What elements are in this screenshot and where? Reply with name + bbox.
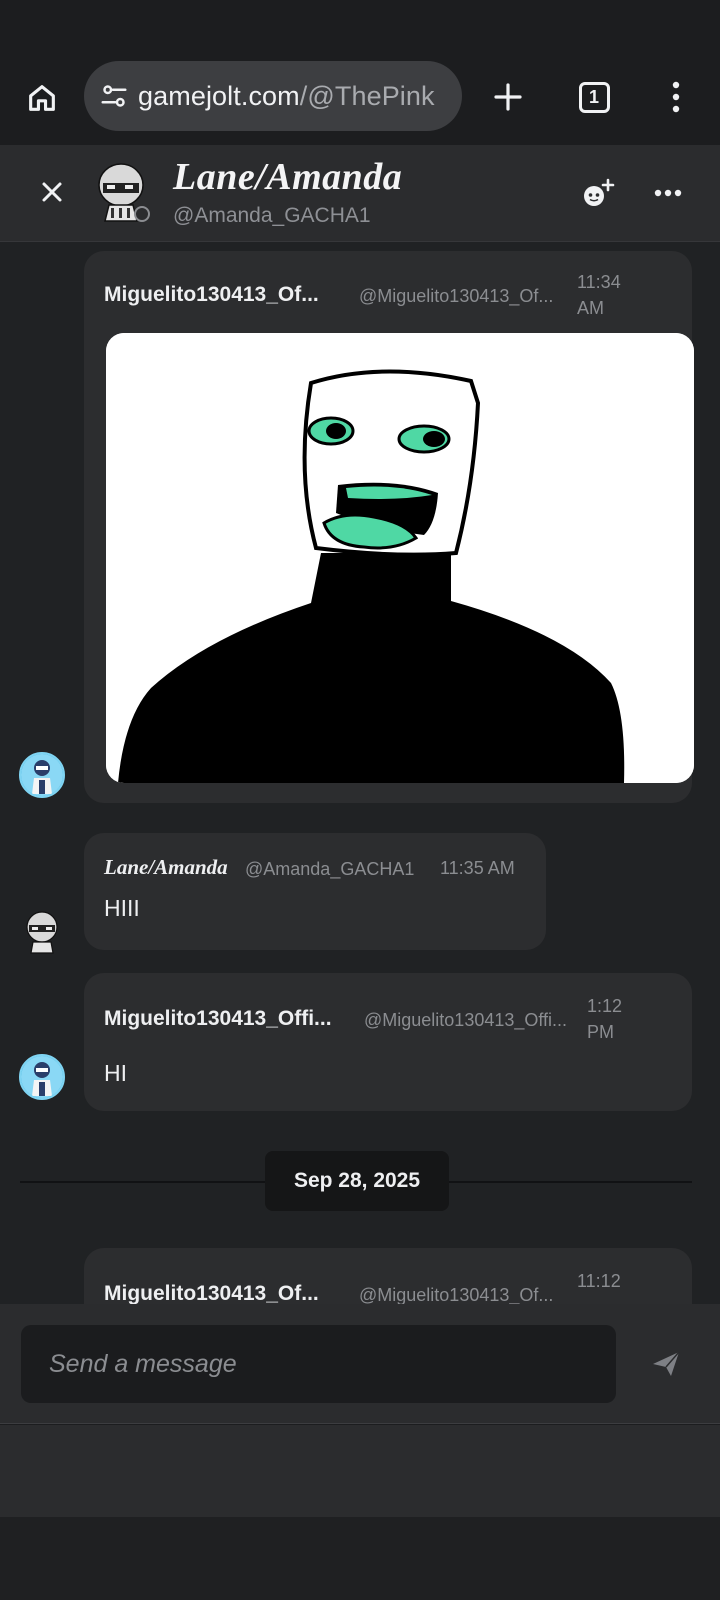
message-text: HI bbox=[104, 1060, 127, 1086]
avatar-image bbox=[21, 754, 63, 796]
message-card[interactable]: Miguelito130413_Of... @Miguelito130413_O… bbox=[84, 1248, 692, 1304]
message-composer bbox=[0, 1304, 720, 1424]
message-handle: @Amanda_GACHA1 bbox=[245, 859, 415, 879]
message-card[interactable]: Lane/Amanda @Amanda_GACHA1 11:35 AM HIII bbox=[84, 833, 546, 950]
avatar-image bbox=[21, 1056, 63, 1098]
message-text: HIII bbox=[104, 895, 140, 921]
tune-icon[interactable] bbox=[98, 80, 130, 112]
avatar[interactable] bbox=[19, 1054, 65, 1100]
close-icon bbox=[42, 182, 62, 202]
tabs-icon: 1 bbox=[578, 81, 610, 113]
message-handle: @Miguelito130413_Of... bbox=[359, 286, 554, 306]
plus-icon bbox=[494, 83, 522, 111]
message-input[interactable] bbox=[21, 1325, 616, 1403]
send-icon bbox=[653, 1351, 680, 1376]
browser-toolbar: gamejolt.com/@ThePink 1 bbox=[0, 56, 720, 145]
add-friend-icon bbox=[584, 178, 615, 206]
url-text: gamejolt.com/@ThePink bbox=[138, 81, 435, 112]
message-card[interactable]: Miguelito130413_Of... @Miguelito130413_O… bbox=[84, 251, 694, 803]
more-horizontal-icon bbox=[654, 189, 682, 197]
tab-switcher-button[interactable]: 1 bbox=[570, 73, 618, 121]
avatar[interactable] bbox=[19, 752, 65, 798]
avatar[interactable] bbox=[23, 910, 61, 954]
home-icon bbox=[29, 85, 55, 111]
message-time: 1:12 PM bbox=[587, 996, 623, 1042]
add-friend-button[interactable] bbox=[578, 173, 618, 213]
message-time: 11:34 AM bbox=[577, 272, 621, 318]
message-author[interactable]: Miguelito130413_Offi... bbox=[104, 1007, 332, 1031]
message-author[interactable]: Miguelito130413_Of... bbox=[104, 283, 319, 307]
kebab-menu-icon bbox=[672, 81, 680, 113]
url-path: /@ThePink bbox=[299, 80, 435, 111]
new-tab-button[interactable] bbox=[484, 73, 532, 121]
browser-menu-button[interactable] bbox=[656, 73, 696, 121]
chat-title[interactable]: Lane/Amanda bbox=[173, 155, 402, 199]
message-card[interactable]: Miguelito130413_Offi... @Miguelito130413… bbox=[84, 973, 692, 1111]
message-list[interactable]: Miguelito130413_Of... @Miguelito130413_O… bbox=[0, 242, 720, 1304]
chat-handle: @Amanda_GACHA1 bbox=[173, 204, 371, 227]
message-image[interactable] bbox=[106, 333, 694, 783]
drawing-image bbox=[106, 333, 694, 783]
send-button[interactable] bbox=[644, 1342, 688, 1386]
message-handle: @Miguelito130413_Offi... bbox=[364, 1010, 568, 1030]
address-bar[interactable]: gamejolt.com/@ThePink bbox=[84, 61, 462, 131]
chat-header: Lane/Amanda @Amanda_GACHA1 bbox=[0, 145, 720, 242]
chat-options-button[interactable] bbox=[648, 173, 688, 213]
message-author[interactable]: Miguelito130413_Of... bbox=[104, 1282, 319, 1304]
date-divider: Sep 28, 2025 bbox=[265, 1151, 449, 1211]
message-handle: @Miguelito130413_Of... bbox=[359, 1285, 554, 1304]
message-time: 11:35 AM bbox=[440, 858, 515, 878]
url-host: gamejolt.com bbox=[138, 80, 300, 111]
message-time: 11:12 bbox=[577, 1271, 621, 1291]
tab-count: 1 bbox=[588, 86, 599, 107]
message-author[interactable]: Lane/Amanda bbox=[104, 855, 228, 880]
home-button[interactable] bbox=[18, 74, 66, 122]
composer-footer bbox=[0, 1425, 720, 1517]
status-bar bbox=[0, 0, 720, 56]
system-navigation-area bbox=[0, 1517, 720, 1600]
close-chat-button[interactable] bbox=[30, 170, 74, 214]
presence-indicator bbox=[134, 206, 150, 222]
